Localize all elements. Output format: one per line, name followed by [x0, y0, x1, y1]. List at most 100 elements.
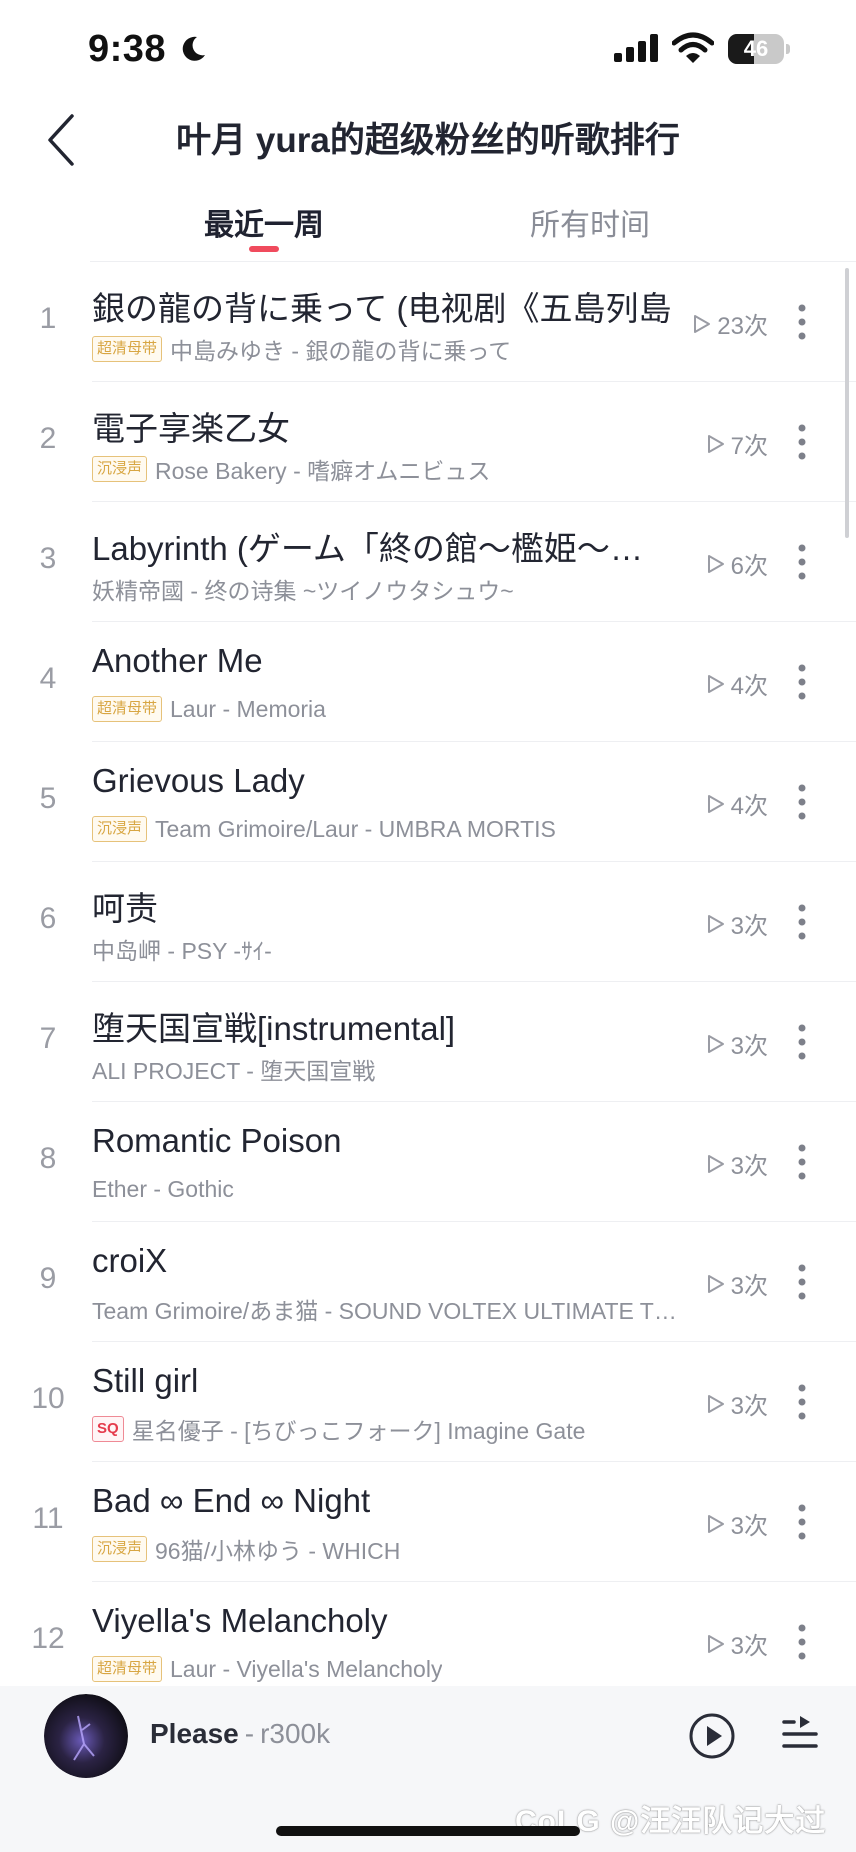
- play-count-group: 3次: [686, 1386, 768, 1421]
- rank-number: 12: [31, 1622, 65, 1655]
- quality-tag: 沉浸声: [92, 456, 148, 482]
- rank-number: 4: [39, 662, 57, 695]
- rank-number: 10: [31, 1382, 65, 1415]
- rank-number: 2: [39, 422, 57, 455]
- play-count: 3次: [730, 1273, 768, 1300]
- song-row[interactable]: 12 Viyella's Melancholy 超清母带 Laur - Viye…: [0, 1582, 856, 1686]
- album-art[interactable]: [44, 1694, 128, 1778]
- more-options-icon[interactable]: [790, 1500, 814, 1544]
- song-subtitle: 沉浸声 96猫/小林ゆう - WHICH: [92, 1534, 682, 1564]
- play-count: 4次: [730, 793, 768, 820]
- song-row[interactable]: 7 堕天国宣戦[instrumental] ALI PROJECT - 堕天国宣…: [0, 982, 856, 1102]
- play-count-icon: [707, 1394, 724, 1413]
- song-row[interactable]: 11 Bad ∞ End ∞ Night 沉浸声 96猫/小林ゆう - WHIC…: [0, 1462, 856, 1582]
- more-options-icon[interactable]: [790, 300, 814, 344]
- quality-tag: 超清母带: [92, 696, 163, 722]
- play-count-group: 3次: [686, 1146, 768, 1181]
- song-subtitle: 沉浸声 Rose Bakery - 嗜癖オムニビュス: [92, 454, 682, 484]
- more-options-icon[interactable]: [790, 780, 814, 824]
- song-row[interactable]: 8 Romantic Poison Ether - Gothic 3次: [0, 1102, 856, 1222]
- song-artist-album: Ether - Gothic: [92, 1175, 234, 1202]
- song-row[interactable]: 1 銀の龍の背に乗って (电视剧《五島列島 超清母带 中島みゆき - 銀の龍の背…: [0, 262, 856, 382]
- playlist-icon[interactable]: [780, 1714, 820, 1756]
- play-count-group: 3次: [686, 1266, 768, 1301]
- more-options-icon[interactable]: [790, 540, 814, 584]
- play-count-group: 4次: [686, 786, 768, 821]
- status-time: 9:38: [88, 28, 167, 70]
- play-count-icon: [707, 1514, 724, 1533]
- more-options-icon[interactable]: [790, 1020, 814, 1064]
- play-count: 4次: [730, 673, 768, 700]
- scrollbar[interactable]: [845, 268, 849, 538]
- play-icon[interactable]: [688, 1712, 736, 1760]
- song-artist-album: Team Grimoire/あま猫 - SOUND VOLTEX ULTIMAT…: [92, 1298, 682, 1324]
- quality-tag: 超清母带: [92, 1656, 163, 1682]
- play-count-icon: [707, 794, 724, 813]
- page-title: 叶月 yura的超级粉丝的听歌排行: [176, 121, 680, 160]
- play-count-group: 4次: [686, 666, 768, 701]
- more-options-icon[interactable]: [790, 1620, 814, 1664]
- tab-all-time[interactable]: 所有时间: [520, 200, 660, 244]
- rank-number: 5: [39, 782, 57, 815]
- song-subtitle: 中岛岬 - PSY -ｻｲ-: [92, 934, 682, 964]
- now-playing-separator: -: [244, 1718, 255, 1749]
- now-playing[interactable]: Please - r300k: [150, 1718, 330, 1750]
- play-count: 3次: [730, 913, 768, 940]
- play-count-icon: [707, 674, 724, 693]
- song-title: 呵责: [92, 890, 158, 927]
- song-subtitle: 超清母带 中島みゆき - 銀の龍の背に乗って: [92, 334, 682, 364]
- rank-number: 8: [39, 1142, 57, 1175]
- active-tab-indicator: [249, 246, 279, 252]
- play-count: 6次: [730, 553, 768, 580]
- song-row[interactable]: 3 Labyrinth (ゲーム「終の館～檻姫～」テーマ 妖精帝國 - 终の诗集…: [0, 502, 856, 622]
- play-count: 3次: [730, 1633, 768, 1660]
- song-row[interactable]: 9 croiX Team Grimoire/あま猫 - SOUND VOLTEX…: [0, 1222, 856, 1342]
- song-row[interactable]: 6 呵责 中岛岬 - PSY -ｻｲ- 3次: [0, 862, 856, 982]
- quality-tag: 沉浸声: [92, 816, 148, 842]
- play-count-icon: [707, 1034, 724, 1053]
- tab-recent-week[interactable]: 最近一周: [200, 200, 328, 244]
- battery-indicator: 46: [728, 34, 790, 64]
- play-count-icon: [707, 1634, 724, 1653]
- play-count: 23次: [717, 313, 768, 340]
- more-options-icon[interactable]: [790, 1140, 814, 1184]
- rank-number: 11: [32, 1502, 64, 1535]
- song-row[interactable]: 4 Another Me 超清母带 Laur - Memoria 4次: [0, 622, 856, 742]
- play-count: 3次: [730, 1153, 768, 1180]
- play-count-icon: [707, 1154, 724, 1173]
- quality-tag: SQ: [92, 1416, 124, 1442]
- more-options-icon[interactable]: [790, 1260, 814, 1304]
- play-count-group: 3次: [686, 906, 768, 941]
- song-title: croiX: [92, 1242, 168, 1279]
- now-playing-artist: r300k: [260, 1718, 331, 1749]
- back-button[interactable]: [40, 110, 90, 170]
- song-row[interactable]: 2 電子享楽乙女 沉浸声 Rose Bakery - 嗜癖オムニビュス 7次: [0, 382, 856, 502]
- song-title: 堕天国宣戦[instrumental]: [92, 1010, 456, 1047]
- more-options-icon[interactable]: [790, 420, 814, 464]
- more-options-icon[interactable]: [790, 1380, 814, 1424]
- song-list[interactable]: 1 銀の龍の背に乗って (电视剧《五島列島 超清母带 中島みゆき - 銀の龍の背…: [0, 262, 856, 1686]
- moon-icon: [182, 36, 205, 61]
- song-title: Viyella's Melancholy: [92, 1602, 388, 1639]
- song-subtitle: Team Grimoire/あま猫 - SOUND VOLTEX ULTIMAT…: [92, 1294, 682, 1324]
- play-count-group: 3次: [686, 1626, 768, 1661]
- song-title: Still girl: [92, 1362, 199, 1399]
- song-subtitle: Ether - Gothic: [92, 1174, 682, 1204]
- cellular-signal-icon: [614, 34, 658, 62]
- song-artist-album: Team Grimoire/Laur - UMBRA MORTIS: [155, 815, 556, 842]
- song-row[interactable]: 10 Still girl SQ 星名優子 - [ちびっこフォーク] Imagi…: [0, 1342, 856, 1462]
- song-subtitle: 超清母带 Laur - Memoria: [92, 694, 682, 724]
- song-title: Romantic Poison: [92, 1122, 342, 1159]
- more-options-icon[interactable]: [790, 660, 814, 704]
- home-indicator[interactable]: [276, 1826, 580, 1836]
- song-artist-album: Laur - Memoria: [170, 695, 326, 722]
- more-options-icon[interactable]: [790, 900, 814, 944]
- song-artist-album: 星名優子 - [ちびっこフォーク] Imagine Gate: [131, 1418, 586, 1444]
- play-count: 3次: [730, 1513, 768, 1540]
- song-row[interactable]: 5 Grievous Lady 沉浸声 Team Grimoire/Laur -…: [0, 742, 856, 862]
- now-playing-title: Please: [150, 1718, 239, 1749]
- song-title: Bad ∞ End ∞ Night: [92, 1482, 371, 1519]
- status-bar: 9:38 46: [0, 0, 856, 100]
- play-count-icon: [707, 554, 724, 573]
- play-count: 7次: [730, 433, 768, 460]
